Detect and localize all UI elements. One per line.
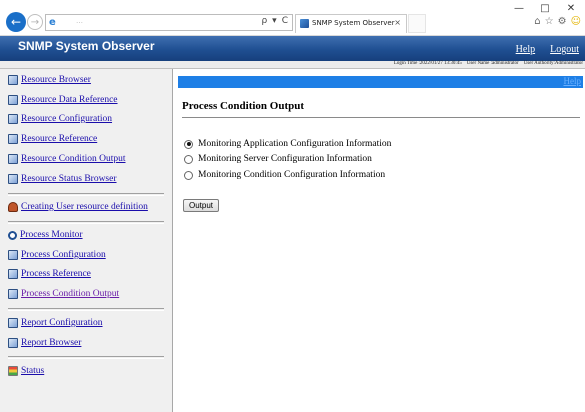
sidebar-item-label: Report Configuration	[21, 318, 103, 328]
app-header: SNMP System Observer Help Logout	[0, 36, 585, 61]
login-time: Login Time :2022/01/27 13:30:45	[393, 61, 462, 66]
radio-button-selected[interactable]	[184, 139, 193, 149]
back-arrow-icon: ←	[10, 15, 22, 29]
sidebar-item-label: Resource Reference	[21, 134, 98, 144]
option-label: Monitoring Condition Configuration Infor…	[198, 170, 386, 180]
user-name: User Name :administrator	[466, 61, 519, 66]
resource-configuration-icon	[8, 114, 18, 124]
sidebar-item-status[interactable]: Status	[8, 366, 44, 376]
status-icon	[8, 366, 18, 376]
report-configuration-icon	[8, 318, 18, 328]
favorites-star-icon[interactable]: ☆	[545, 16, 554, 27]
forward-arrow-icon: →	[30, 16, 40, 28]
sidebar-divider	[8, 221, 164, 224]
sidebar-item-resource-reference[interactable]: Resource Reference	[8, 134, 97, 144]
sidebar-item-label: Status	[21, 366, 45, 376]
sidebar-item-resource-data-reference[interactable]: Resource Data Reference	[8, 95, 118, 105]
sidebar-item-process-monitor[interactable]: Process Monitor	[8, 230, 83, 240]
sidebar-item-resource-browser[interactable]: Resource Browser	[8, 75, 91, 85]
tab-title: SNMP System Observer	[312, 19, 395, 27]
option-label: Monitoring Server Configuration Informat…	[198, 154, 372, 164]
browser-tab[interactable]: SNMP System Observer ×	[295, 14, 407, 33]
sidebar-item-label: Creating User resource definition	[21, 202, 148, 212]
browser-chrome: — □ ✕ ← → e … ρ ▾ C SNMP System Observer…	[0, 0, 585, 36]
forward-button[interactable]: →	[27, 14, 43, 30]
output-button[interactable]: Output	[183, 199, 219, 212]
refresh-icon[interactable]: C	[282, 16, 288, 26]
help-bar: Help	[178, 76, 583, 88]
process-monitor-icon	[8, 230, 17, 240]
back-button[interactable]: ←	[6, 12, 26, 32]
user-authority: User Authority:Administrator	[523, 61, 583, 66]
settings-gear-icon[interactable]: ⚙	[558, 16, 567, 27]
resource-data-reference-icon	[8, 95, 18, 105]
sidebar-item-label: Resource Browser	[21, 75, 91, 85]
app-title: SNMP System Observer	[18, 39, 155, 53]
process-configuration-icon	[8, 250, 18, 260]
option-server-config[interactable]: Monitoring Server Configuration Informat…	[184, 154, 372, 164]
sidebar-item-creating-user-resource-definition[interactable]: Creating User resource definition	[8, 202, 148, 212]
sidebar-item-label: Resource Data Reference	[21, 95, 118, 105]
sidebar-divider	[8, 193, 164, 196]
session-info: Login Time :2022/01/27 13:30:45 User Nam…	[394, 61, 583, 66]
resource-reference-icon	[8, 134, 18, 144]
radio-button[interactable]	[184, 170, 193, 180]
report-browser-icon	[8, 338, 18, 348]
tab-close-icon[interactable]: ×	[394, 18, 401, 27]
resource-status-browser-icon	[8, 174, 18, 184]
minimize-button[interactable]: —	[511, 3, 527, 14]
home-icon[interactable]: ⌂	[534, 16, 540, 27]
search-icon[interactable]: ρ	[261, 16, 267, 26]
sidebar-item-process-condition-output[interactable]: Process Condition Output	[8, 289, 119, 299]
sidebar-item-resource-condition-output[interactable]: Resource Condition Output	[8, 154, 126, 164]
sidebar-item-label: Process Reference	[21, 269, 91, 279]
page-title: Process Condition Output	[182, 100, 305, 112]
feedback-smiley-icon[interactable]: ☺	[571, 16, 581, 27]
logout-link[interactable]: Logout	[550, 44, 579, 55]
sidebar-item-label: Process Condition Output	[21, 289, 120, 299]
process-condition-output-icon	[8, 289, 18, 299]
main-content: Help Process Condition Output Monitoring…	[174, 69, 585, 412]
address-bar[interactable]: e … ρ ▾ C	[45, 14, 293, 31]
sidebar-divider	[8, 356, 164, 359]
tab-favicon-icon	[300, 19, 309, 28]
sidebar-item-label: Process Monitor	[20, 230, 83, 240]
ie-page-icon: e	[49, 17, 56, 28]
option-label: Monitoring Application Configuration Inf…	[198, 139, 392, 149]
sidebar-item-report-configuration[interactable]: Report Configuration	[8, 318, 103, 328]
content-help-link[interactable]: Help	[564, 76, 582, 86]
resource-condition-output-icon	[8, 154, 18, 164]
session-info-bar: Login Time :2022/01/27 13:30:45 User Nam…	[0, 61, 585, 69]
sidebar-item-process-configuration[interactable]: Process Configuration	[8, 250, 106, 260]
browser-tools: ⌂ ☆ ⚙ ☺	[534, 16, 581, 27]
sidebar-divider	[8, 308, 164, 311]
sidebar-item-label: Resource Condition Output	[21, 154, 126, 164]
url-text: …	[76, 17, 84, 25]
sidebar-item-resource-configuration[interactable]: Resource Configuration	[8, 114, 112, 124]
sidebar-item-label: Process Configuration	[21, 250, 106, 260]
user-resource-icon	[8, 202, 18, 212]
option-application-config[interactable]: Monitoring Application Configuration Inf…	[184, 139, 391, 149]
sidebar: Resource Browser Resource Data Reference…	[0, 69, 173, 412]
resource-browser-icon	[8, 75, 18, 85]
option-condition-config[interactable]: Monitoring Condition Configuration Infor…	[184, 170, 385, 180]
sidebar-item-label: Report Browser	[21, 338, 82, 348]
title-divider	[182, 117, 580, 119]
window-controls: — □ ✕	[511, 3, 579, 14]
dropdown-icon[interactable]: ▾	[272, 16, 277, 26]
sidebar-item-label: Resource Status Browser	[21, 174, 117, 184]
maximize-button[interactable]: □	[537, 3, 553, 14]
radio-button[interactable]	[184, 154, 193, 164]
header-links: Help Logout	[516, 44, 579, 55]
sidebar-item-label: Resource Configuration	[21, 114, 113, 124]
sidebar-item-report-browser[interactable]: Report Browser	[8, 338, 81, 348]
address-tools: ρ ▾ C	[261, 16, 288, 26]
close-window-button[interactable]: ✕	[563, 3, 579, 14]
new-tab-button[interactable]	[408, 14, 426, 33]
sidebar-item-resource-status-browser[interactable]: Resource Status Browser	[8, 174, 117, 184]
sidebar-item-process-reference[interactable]: Process Reference	[8, 269, 91, 279]
header-help-link[interactable]: Help	[516, 44, 535, 55]
process-reference-icon	[8, 269, 18, 279]
